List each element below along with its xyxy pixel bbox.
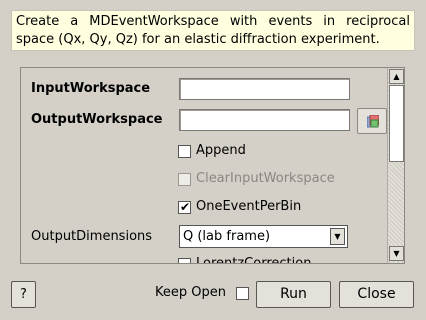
one-event-checkbox[interactable]: ✔ (178, 200, 191, 214)
output-dimensions-label: OutputDimensions (31, 229, 153, 244)
input-workspace-label: InputWorkspace (31, 81, 151, 96)
output-workspace-label: OutputWorkspace (31, 112, 163, 127)
workspace-browse-icon (367, 115, 379, 128)
close-button[interactable]: Close (339, 281, 414, 308)
append-checkbox[interactable] (178, 145, 191, 158)
input-workspace-field[interactable] (179, 78, 350, 100)
check-mark-icon: ✔ (180, 200, 191, 214)
clear-input-checkbox (178, 173, 191, 186)
output-workspace-field[interactable] (179, 109, 350, 131)
run-button[interactable]: Run (256, 281, 331, 308)
one-event-label: OneEventPerBin (196, 199, 302, 214)
keep-open-checkbox[interactable] (236, 287, 249, 300)
scroll-down-icon[interactable]: ▼ (389, 246, 404, 261)
lorentz-label: LorentzCorrection (196, 256, 312, 264)
lorentz-checkbox[interactable] (178, 258, 191, 263)
help-button[interactable]: ? (11, 281, 36, 308)
vertical-scrollbar[interactable]: ▲ ▼ (387, 68, 404, 263)
chevron-down-icon[interactable]: ▼ (330, 228, 345, 245)
workspace-browse-button[interactable] (357, 108, 387, 134)
output-dimensions-select[interactable]: Q (lab frame) ▼ (179, 225, 348, 248)
keep-open-label: Keep Open (155, 285, 226, 300)
scroll-up-icon[interactable]: ▲ (389, 69, 404, 84)
output-dimensions-value: Q (lab frame) (183, 229, 271, 244)
append-label: Append (196, 143, 246, 158)
clear-input-label: ClearInputWorkspace (196, 171, 335, 186)
properties-panel: InputWorkspace OutputWorkspace Append Cl… (20, 67, 405, 264)
algorithm-description: Create a MDEventWorkspace with events in… (11, 10, 415, 51)
scrollbar-thumb[interactable] (389, 85, 404, 162)
